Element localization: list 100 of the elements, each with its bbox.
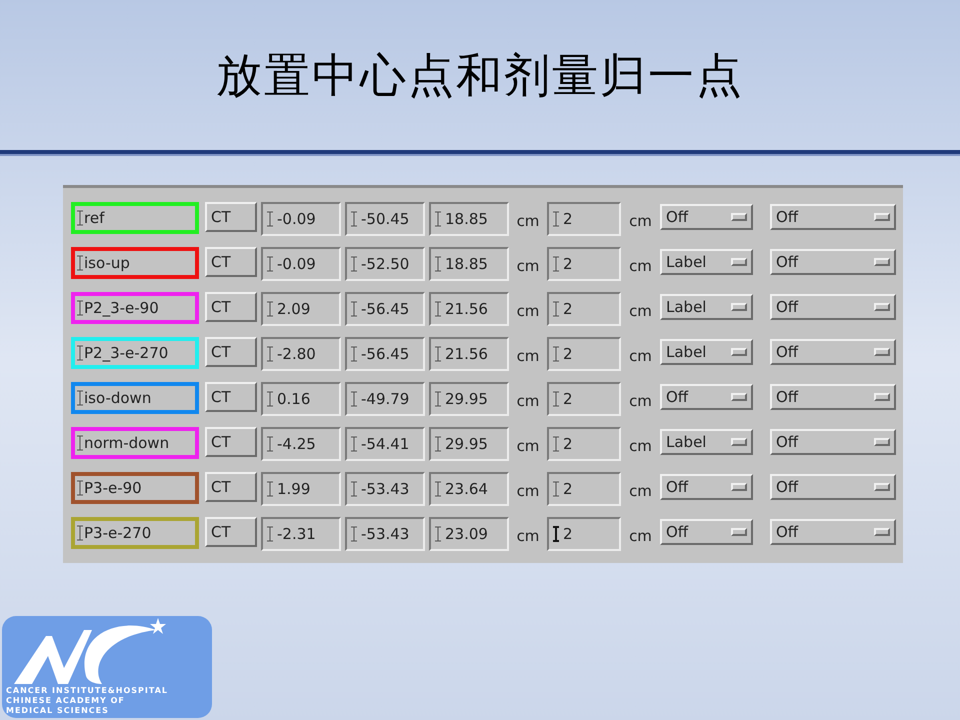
dropdown-indicator-icon: [731, 393, 747, 401]
dropdown[interactable]: Off: [660, 384, 753, 410]
number-field[interactable]: -56.45: [345, 337, 425, 371]
unit-label: cm: [516, 436, 540, 457]
number-field[interactable]: 2: [547, 337, 621, 371]
dropdown-indicator-icon: [874, 438, 890, 446]
number-field[interactable]: 2: [547, 292, 621, 326]
point-name-field[interactable]: P3-e-270: [71, 517, 199, 549]
modality-button[interactable]: CT: [205, 517, 257, 547]
dropdown[interactable]: Off: [660, 204, 753, 230]
number-field[interactable]: -53.43: [345, 517, 425, 551]
number-field[interactable]: -0.09: [261, 247, 341, 281]
number-field[interactable]: -4.25: [261, 427, 341, 461]
dropdown[interactable]: Label: [660, 249, 753, 275]
modality-button[interactable]: CT: [205, 247, 257, 277]
dropdown[interactable]: Off: [770, 474, 896, 500]
number-field[interactable]: 2: [547, 427, 621, 461]
modality-button[interactable]: CT: [205, 382, 257, 412]
point-name-field[interactable]: P2_3-e-270: [71, 337, 199, 369]
modality-button[interactable]: CT: [205, 202, 257, 232]
number-field[interactable]: -56.45: [345, 292, 425, 326]
number-field[interactable]: -52.50: [345, 247, 425, 281]
point-name-field[interactable]: P2_3-e-90: [71, 292, 199, 324]
text-cursor-icon: [435, 526, 441, 542]
modality-button[interactable]: CT: [205, 472, 257, 502]
number-field[interactable]: 2: [547, 247, 621, 281]
modality-button[interactable]: CT: [205, 292, 257, 322]
text-cursor-icon: [77, 255, 83, 271]
text-cursor-icon: [553, 211, 559, 227]
logo-text: MEDICAL SCIENCES: [6, 706, 110, 716]
dropdown-indicator-icon: [731, 528, 747, 536]
number-field[interactable]: 23.64: [429, 472, 509, 506]
dropdown[interactable]: Off: [660, 519, 753, 545]
dropdown[interactable]: Off: [770, 204, 896, 230]
dropdown[interactable]: Label: [660, 339, 753, 365]
number-field[interactable]: 21.56: [429, 292, 509, 326]
modality-button[interactable]: CT: [205, 337, 257, 367]
text-cursor-icon: [351, 391, 357, 407]
modality-button[interactable]: CT: [205, 427, 257, 457]
text-cursor-icon: [77, 435, 83, 451]
text-cursor-icon: [553, 256, 559, 272]
dropdown[interactable]: Label: [660, 294, 753, 320]
number-field[interactable]: -54.41: [345, 427, 425, 461]
text-cursor-icon: [267, 211, 273, 227]
unit-label: cm: [628, 391, 653, 412]
dropdown-indicator-icon: [731, 258, 747, 266]
text-cursor-icon: [267, 481, 273, 497]
text-cursor-icon: [351, 526, 357, 542]
number-field[interactable]: 1.99: [261, 472, 341, 506]
number-field[interactable]: -2.31: [261, 517, 341, 551]
dropdown[interactable]: Off: [770, 384, 896, 410]
text-cursor-icon: [435, 391, 441, 407]
number-field[interactable]: 21.56: [429, 337, 509, 371]
dropdown-indicator-icon: [731, 213, 747, 221]
dropdown[interactable]: Off: [770, 339, 896, 365]
number-field[interactable]: 29.95: [429, 382, 509, 416]
dropdown[interactable]: Label: [660, 429, 753, 455]
dropdown[interactable]: Off: [770, 249, 896, 275]
point-name-field[interactable]: iso-down: [71, 382, 199, 414]
text-cursor-icon: [351, 346, 357, 362]
unit-label: cm: [516, 256, 540, 277]
text-cursor-icon: [553, 436, 559, 452]
text-cursor-icon: [435, 436, 441, 452]
number-field[interactable]: -50.45: [345, 202, 425, 236]
dropdown[interactable]: Off: [770, 429, 896, 455]
dropdown-indicator-icon: [731, 348, 747, 356]
number-field[interactable]: -0.09: [261, 202, 341, 236]
number-field[interactable]: -2.80: [261, 337, 341, 371]
text-cursor-icon: [435, 301, 441, 317]
number-field[interactable]: 2: [547, 202, 621, 236]
number-field[interactable]: 18.85: [429, 247, 509, 281]
number-field[interactable]: 2: [547, 517, 621, 551]
number-field[interactable]: 2: [547, 382, 621, 416]
number-field[interactable]: 2.09: [261, 292, 341, 326]
point-name-field[interactable]: iso-up: [71, 247, 199, 279]
number-field[interactable]: -53.43: [345, 472, 425, 506]
dropdown[interactable]: Off: [770, 294, 896, 320]
number-field[interactable]: 23.09: [429, 517, 509, 551]
text-cursor-icon: [267, 256, 273, 272]
text-cursor-icon: [77, 390, 83, 406]
dropdown[interactable]: Off: [660, 474, 753, 500]
dropdown-indicator-icon: [874, 483, 890, 491]
dropdown[interactable]: Off: [770, 519, 896, 545]
dropdown-indicator-icon: [731, 483, 747, 491]
logo-text: CANCER INSTITUTE&HOSPITAL: [6, 686, 169, 696]
number-field[interactable]: 0.16: [261, 382, 341, 416]
point-name-field[interactable]: P3-e-90: [71, 472, 199, 504]
dropdown-indicator-icon: [731, 303, 747, 311]
point-name-field[interactable]: ref: [71, 202, 199, 234]
dropdown-indicator-icon: [874, 303, 890, 311]
point-name-field[interactable]: norm-down: [71, 427, 199, 459]
text-cursor-icon: [351, 436, 357, 452]
number-field[interactable]: 29.95: [429, 427, 509, 461]
text-cursor-icon: [267, 346, 273, 362]
number-field[interactable]: 18.85: [429, 202, 509, 236]
unit-label: cm: [628, 256, 653, 277]
text-cursor-icon: [267, 436, 273, 452]
dropdown-indicator-icon: [874, 393, 890, 401]
number-field[interactable]: -49.79: [345, 382, 425, 416]
number-field[interactable]: 2: [547, 472, 621, 506]
